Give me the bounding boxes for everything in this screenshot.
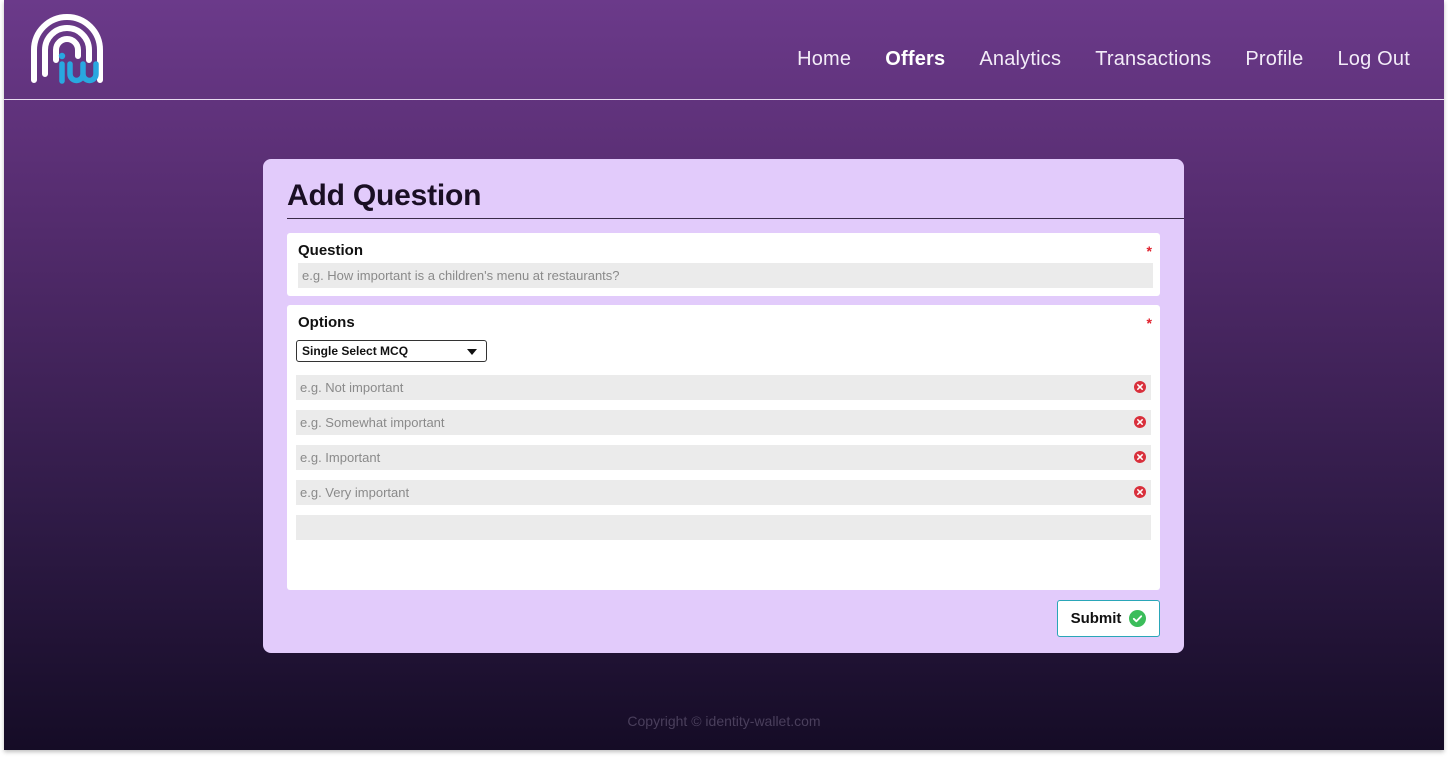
option-input-new[interactable] [296, 515, 1151, 540]
question-input[interactable] [298, 263, 1153, 288]
title-divider [287, 218, 1184, 219]
identity-wallet-logo[interactable] [30, 14, 108, 86]
required-marker: * [1146, 243, 1152, 259]
option-input-1[interactable] [296, 375, 1151, 400]
nav-offers[interactable]: Offers [885, 48, 945, 71]
required-marker: * [1146, 315, 1152, 331]
nav-transactions[interactable]: Transactions [1095, 48, 1211, 71]
remove-option-icon[interactable] [1134, 486, 1146, 498]
options-label: Options [298, 314, 355, 331]
footer-copyright: Copyright © identity-wallet.com [627, 713, 821, 729]
submit-label: Submit [1070, 610, 1122, 627]
app-window: Home Offers Analytics Transactions Profi… [4, 0, 1444, 750]
top-navbar: Home Offers Analytics Transactions Profi… [4, 0, 1444, 100]
remove-option-icon[interactable] [1134, 416, 1146, 428]
question-label: Question [298, 242, 364, 259]
question-type-select[interactable]: Single Select MCQ [296, 340, 487, 362]
nav-analytics[interactable]: Analytics [979, 48, 1061, 71]
submit-button[interactable]: Submit [1057, 600, 1160, 637]
question-type-value: Single Select MCQ [302, 344, 409, 358]
main-nav: Home Offers Analytics Transactions Profi… [797, 48, 1410, 71]
option-input-4[interactable] [296, 480, 1151, 505]
remove-option-icon[interactable] [1134, 451, 1146, 463]
option-input-2[interactable] [296, 410, 1151, 435]
option-input-3[interactable] [296, 445, 1151, 470]
nav-home[interactable]: Home [797, 48, 851, 71]
add-question-card: Add Question Question * Options * Single… [263, 159, 1184, 653]
page-title: Add Question [287, 179, 482, 212]
nav-profile[interactable]: Profile [1245, 48, 1303, 71]
question-panel: Question * [287, 233, 1160, 296]
check-circle-icon [1129, 610, 1147, 627]
options-panel: Options * Single Select MCQ [287, 305, 1160, 590]
nav-log-out[interactable]: Log Out [1337, 48, 1410, 71]
remove-option-icon[interactable] [1134, 381, 1146, 393]
chevron-down-icon [467, 349, 477, 355]
